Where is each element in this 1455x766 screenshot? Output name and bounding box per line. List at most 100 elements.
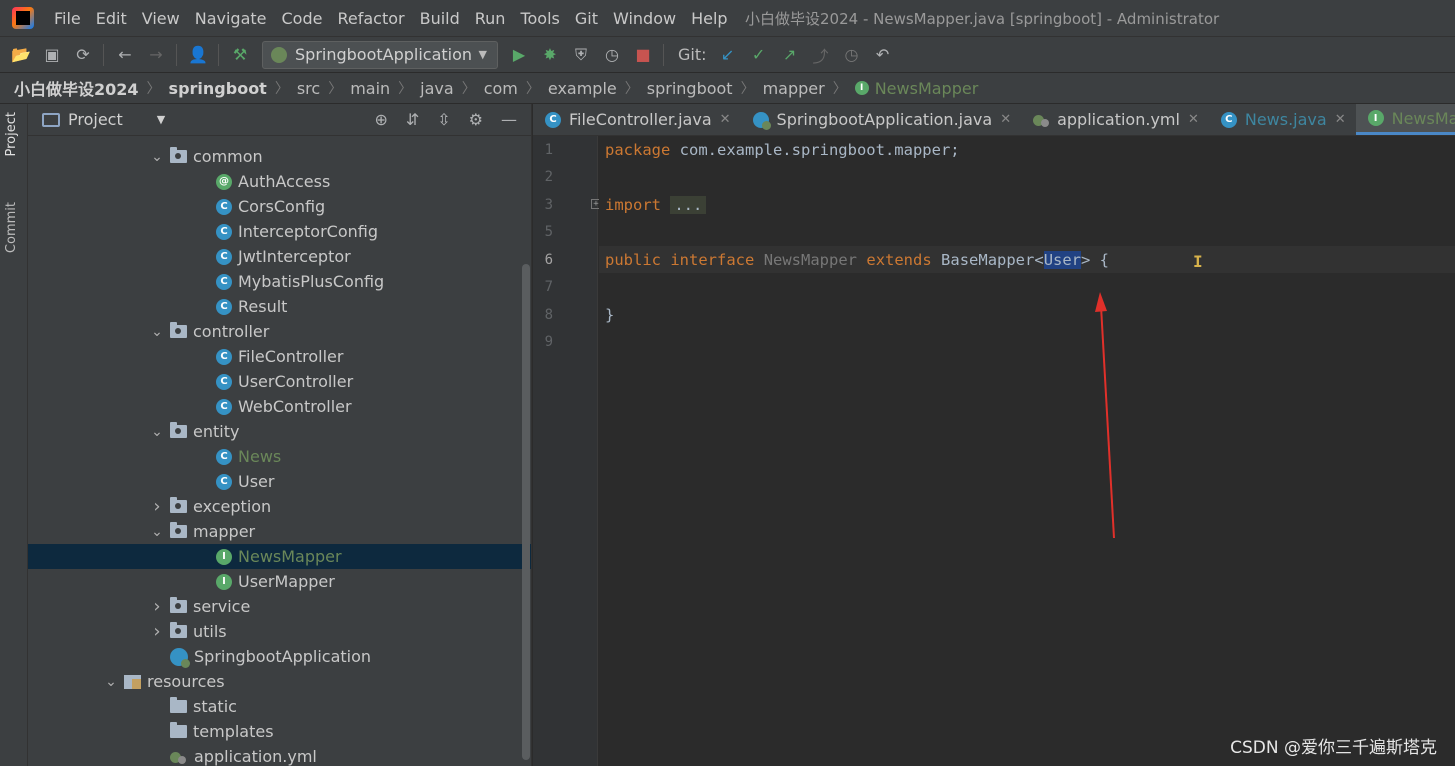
breadcrumb-item[interactable]: com [484, 79, 518, 98]
commit-tool-tab[interactable]: Commit [4, 202, 19, 253]
profile-icon[interactable]: ◷ [602, 45, 622, 65]
tree-item-newsmapper[interactable]: I NewsMapper [28, 544, 531, 569]
breadcrumb-item[interactable]: 小白做毕设2024 [14, 76, 139, 100]
history-icon[interactable]: ◷ [842, 45, 862, 65]
forward-icon[interactable]: → [146, 45, 166, 65]
menu-refactor[interactable]: Refactor [337, 9, 404, 28]
folded-imports[interactable]: ... [670, 196, 707, 214]
tree-item-mybatisplusconfig[interactable]: C MybatisPlusConfig [28, 269, 531, 294]
tree-item-authaccess[interactable]: @ AuthAccess [28, 169, 531, 194]
chevron-down-icon[interactable]: ⌄ [150, 524, 164, 540]
close-icon[interactable]: ✕ [1188, 112, 1199, 127]
breadcrumb-item[interactable]: main [350, 79, 390, 98]
chevron-down-icon[interactable]: ⌄ [104, 674, 118, 690]
watermark: CSDN @爱你三千遍斯塔克 [1230, 738, 1437, 758]
close-icon[interactable]: ✕ [720, 112, 731, 127]
project-tool-tab[interactable]: Project [4, 112, 19, 156]
breadcrumb-current[interactable]: I NewsMapper [854, 79, 978, 98]
tab-news[interactable]: C News.java ✕ [1209, 104, 1356, 135]
chevron-down-icon[interactable]: ⌄ [150, 424, 164, 440]
tree-item-interceptorconfig[interactable]: C InterceptorConfig [28, 219, 531, 244]
collapse-all-icon[interactable]: ⇳ [437, 110, 450, 129]
tree-item-result[interactable]: C Result [28, 294, 531, 319]
menu-file[interactable]: File [54, 9, 81, 28]
project-panel-title[interactable]: Project [68, 110, 123, 129]
tab-filecontroller[interactable]: C FileController.java ✕ [533, 104, 741, 135]
locate-icon[interactable]: ⊕ [374, 110, 387, 129]
hide-icon[interactable]: — [501, 110, 517, 129]
chevron-down-icon[interactable]: ▼ [157, 113, 165, 126]
debug-icon[interactable]: ✸ [540, 45, 560, 65]
git-commit-icon[interactable]: ✓ [749, 45, 769, 65]
tree-item-common[interactable]: ⌄ common [28, 144, 531, 169]
breadcrumb-item[interactable]: springboot [169, 79, 267, 98]
tree-item-service[interactable]: › service [28, 594, 531, 619]
git-pull-icon[interactable]: ⤴ [811, 45, 831, 66]
tab-application-yml[interactable]: application.yml ✕ [1021, 104, 1209, 135]
git-update-icon[interactable]: ↙ [718, 45, 738, 65]
tree-item-filecontroller[interactable]: C FileController [28, 344, 531, 369]
chevron-right-icon[interactable]: › [150, 496, 164, 517]
chevron-right-icon[interactable]: › [150, 596, 164, 617]
tree-item-webcontroller[interactable]: C WebController [28, 394, 531, 419]
chevron-down-icon[interactable]: ⌄ [150, 149, 164, 165]
project-scrollbar[interactable] [522, 264, 530, 760]
menu-edit[interactable]: Edit [96, 9, 127, 28]
tree-item-application-yml[interactable]: application.yml [28, 744, 531, 766]
chevron-right-icon[interactable]: › [150, 621, 164, 642]
breadcrumb-item[interactable]: src [297, 79, 320, 98]
tree-item-utils[interactable]: › utils [28, 619, 531, 644]
breadcrumb-item[interactable]: java [420, 79, 454, 98]
tree-item-usermapper[interactable]: I UserMapper [28, 569, 531, 594]
breadcrumb-item[interactable]: example [548, 79, 617, 98]
close-icon[interactable]: ✕ [1000, 112, 1011, 127]
tree-item-entity[interactable]: ⌄ entity [28, 419, 531, 444]
tree-item-corsconfig[interactable]: C CorsConfig [28, 194, 531, 219]
menu-git[interactable]: Git [575, 9, 598, 28]
menu-code[interactable]: Code [282, 9, 323, 28]
gear-icon[interactable]: ⚙ [469, 110, 483, 129]
open-folder-icon[interactable]: 📂 [11, 45, 31, 65]
save-icon[interactable]: ▣ [42, 45, 62, 65]
tree-item-mapper[interactable]: ⌄ mapper [28, 519, 531, 544]
run-icon[interactable]: ▶ [509, 45, 529, 65]
tree-item-usercontroller[interactable]: C UserController [28, 369, 531, 394]
tree-item-label: FileController [238, 347, 344, 366]
code-editor[interactable]: package com.example.springboot.mapper; i… [599, 136, 1455, 766]
menu-window[interactable]: Window [613, 9, 676, 28]
sync-icon[interactable]: ⟳ [73, 45, 93, 65]
menu-build[interactable]: Build [420, 9, 460, 28]
expand-all-icon[interactable]: ⇵ [406, 110, 419, 129]
close-icon[interactable]: ✕ [1335, 112, 1346, 127]
selected-type-user[interactable]: User [1043, 251, 1082, 269]
tree-item-templates[interactable]: templates [28, 719, 531, 744]
breadcrumb-item[interactable]: springboot [647, 79, 733, 98]
back-icon[interactable]: ← [115, 45, 135, 65]
git-push-icon[interactable]: ↗ [780, 45, 800, 65]
tab-newsmapper[interactable]: I NewsMapper.java [1355, 104, 1455, 135]
coverage-icon[interactable]: ⛨ [571, 45, 591, 65]
tree-item-exception[interactable]: › exception [28, 494, 531, 519]
menu-tools[interactable]: Tools [520, 9, 559, 28]
chevron-right-icon: 〉 [398, 81, 413, 97]
menu-navigate[interactable]: Navigate [195, 9, 267, 28]
chevron-down-icon[interactable]: ⌄ [150, 324, 164, 340]
tree-item-springbootapplication[interactable]: SpringbootApplication [28, 644, 531, 669]
menu-run[interactable]: Run [475, 9, 506, 28]
rollback-icon[interactable]: ↶ [873, 45, 893, 65]
tree-item-news[interactable]: C News [28, 444, 531, 469]
stop-icon[interactable]: ■ [633, 45, 653, 65]
tree-item-resources[interactable]: ⌄ resources [28, 669, 531, 694]
tree-item-user[interactable]: C User [28, 469, 531, 494]
run-config-selector[interactable]: SpringbootApplication ▼ [262, 40, 498, 69]
breadcrumb-item[interactable]: mapper [763, 79, 825, 98]
menu-help[interactable]: Help [691, 9, 727, 28]
user-icon[interactable]: 👤 [188, 45, 208, 65]
menu-view[interactable]: View [142, 9, 180, 28]
build-hammer-icon[interactable]: ⚒ [230, 45, 250, 65]
tree-item-controller[interactable]: ⌄ controller [28, 319, 531, 344]
tree-item-static[interactable]: static [28, 694, 531, 719]
chevron-right-icon: 〉 [461, 81, 476, 97]
tree-item-jwtinterceptor[interactable]: C JwtInterceptor [28, 244, 531, 269]
tab-springbootapplication[interactable]: SpringbootApplication.java ✕ [741, 104, 1022, 135]
